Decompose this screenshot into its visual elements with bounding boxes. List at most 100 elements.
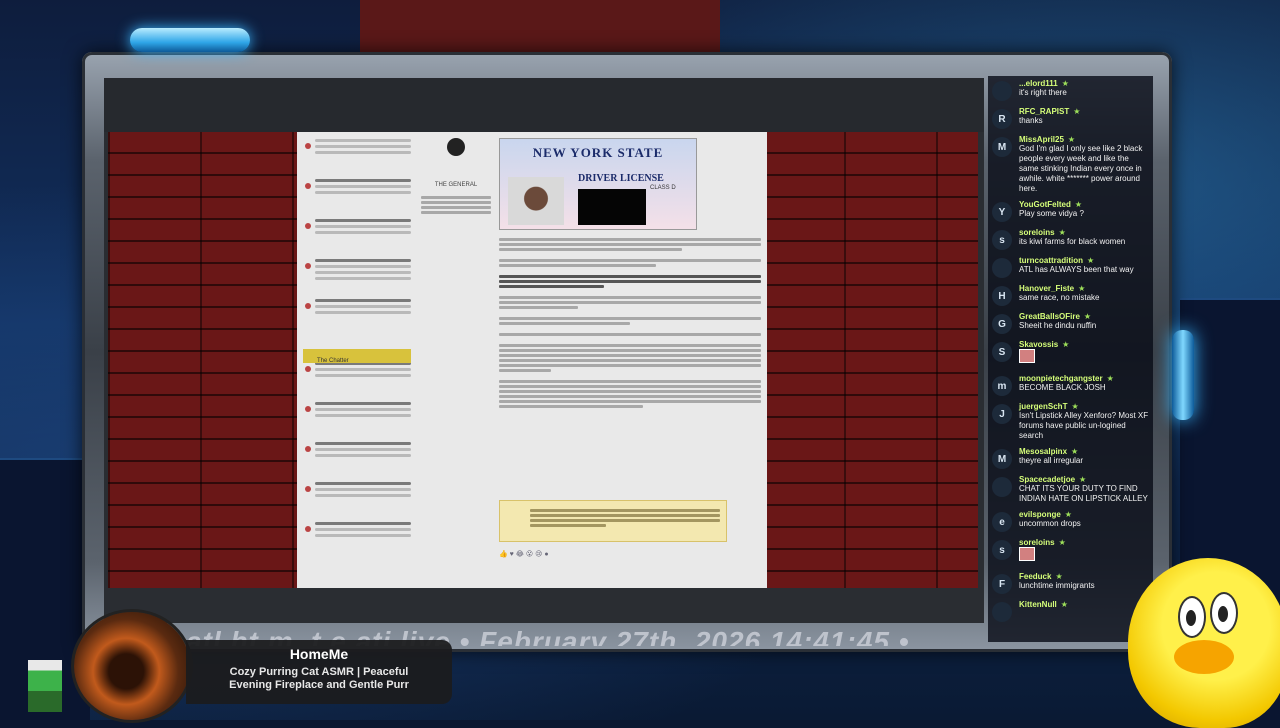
chat-username[interactable]: Mesosalpinx ★ (1019, 447, 1149, 456)
article-body (499, 236, 761, 416)
chat-avatar: Y (992, 202, 1012, 222)
license-header: NEW YORK STATE (532, 145, 664, 160)
chat-avatar: J (992, 404, 1012, 424)
chat-text: theyre all irregular (1019, 456, 1084, 465)
chat-avatar (992, 477, 1012, 497)
chat-avatar: S (992, 342, 1012, 362)
badge-icon: ★ (1074, 200, 1083, 209)
forum-sidebar: The Chatter (303, 136, 411, 582)
chat-avatar (992, 602, 1012, 622)
badge-icon: ★ (1078, 284, 1086, 293)
list-item[interactable] (303, 219, 411, 253)
chat-text: thanks (1019, 116, 1043, 125)
now-playing-artwork (74, 612, 190, 720)
badge-icon: ★ (1058, 228, 1066, 237)
screen-topbar (104, 78, 984, 132)
redaction-box (578, 189, 646, 225)
list-item[interactable] (303, 139, 411, 173)
badge-icon: ★ (1079, 475, 1087, 484)
yellow-mascot (1128, 548, 1280, 728)
avatar (447, 138, 465, 156)
chat-text: same race, no mistake (1019, 293, 1100, 302)
chat-avatar: s (992, 230, 1012, 250)
frame-light-top (130, 28, 250, 52)
author-name[interactable]: THE GENERAL (421, 182, 491, 188)
chat-avatar: s (992, 540, 1012, 560)
list-item[interactable] (303, 482, 411, 516)
sidebar-section-label: The Chatter (317, 358, 349, 364)
badge-icon: ★ (1064, 510, 1072, 519)
badge-icon: ★ (1087, 256, 1095, 265)
chat-username[interactable]: Hanover_Fiste ★ (1019, 284, 1149, 293)
badge-icon: ★ (1060, 600, 1068, 609)
reaction-bar[interactable]: 👍 ♥ 😂 😮 😢 ● (499, 550, 549, 558)
chat-avatar: G (992, 314, 1012, 334)
chat-username[interactable]: turncoattradition ★ (1019, 256, 1149, 265)
badge-icon: ★ (1071, 402, 1079, 411)
list-item[interactable] (303, 402, 411, 436)
chat-username[interactable]: soreloins ★ (1019, 228, 1149, 237)
chat-message: ...elord111 ★ it's right there (988, 76, 1153, 104)
list-item[interactable] (303, 522, 411, 556)
chat-username[interactable]: ...elord111 ★ (1019, 79, 1149, 88)
list-item[interactable] (303, 259, 411, 293)
license-photo (508, 177, 564, 225)
chat-avatar: H (992, 286, 1012, 306)
chat-message: G GreatBallsOFire ★ Sheeit he dindu nuffin (988, 309, 1153, 337)
chat-username[interactable]: soreloins ★ (1019, 538, 1149, 547)
sidebar-section-header: The Chatter (303, 349, 411, 364)
now-playing-title: HomeMe (289, 646, 349, 662)
chat-username[interactable]: MissApril25 ★ (1019, 135, 1149, 144)
badge-icon: ★ (1073, 107, 1081, 116)
chat-username[interactable]: RFC_RAPIST ★ (1019, 107, 1149, 116)
chat-text: God I'm glad I only see like 2 black peo… (1019, 144, 1143, 193)
badge-icon: ★ (1106, 374, 1114, 383)
badge-icon: ★ (1083, 312, 1092, 321)
now-playing-panel: HomeMe Cozy Purring Cat ASMR | Peaceful … (186, 640, 452, 704)
chat-text: it's right there (1019, 88, 1067, 97)
chat-avatar: M (992, 137, 1012, 157)
chat-avatar: R (992, 109, 1012, 129)
chat-username[interactable]: YouGotFelted ★ (1019, 200, 1149, 209)
chat-message: s soreloins ★ its kiwi farms for black wome… (988, 225, 1153, 253)
chat-avatar: m (992, 376, 1012, 396)
chat-message: JjuergenSchT ★ Isn't Lipstick Alley Xenfor… (988, 399, 1153, 444)
chat-username[interactable]: Skavossis ★ (1019, 340, 1149, 349)
list-item[interactable] (303, 299, 411, 333)
list-item[interactable] (303, 179, 411, 213)
chat-message: S Skavossis ★ (988, 337, 1153, 371)
chat-message: Spacecadetjoe ★ CHAT ITS YOUR DUTY TO FIND… (988, 472, 1153, 507)
chat-text: Play some vidya ? (1019, 209, 1084, 218)
chat-username[interactable]: Spacecadetjoe ★ (1019, 475, 1149, 484)
chat-username[interactable]: juergenSchT ★ (1019, 402, 1149, 411)
emote-icon (1019, 547, 1035, 561)
post-author: THE GENERAL (421, 134, 491, 224)
chat-message: R RFC_RAPIST ★ thanks (988, 104, 1153, 132)
chat-message: M Mesosalpinx ★ theyre all irregular (988, 444, 1153, 472)
chat-text: Sheeit he dindu nuffin (1019, 321, 1097, 330)
chat-username[interactable]: GreatBallsOFire ★ (1019, 312, 1149, 321)
list-item[interactable] (303, 442, 411, 476)
chat-text: BECOME BLACK JOSH (1019, 383, 1106, 392)
chat-text: its kiwi farms for black women (1019, 237, 1126, 246)
chat-text: Isn't Lipstick Alley Xenforo? Most XF fo… (1019, 411, 1149, 440)
chat-message: m moonpietechgangster ★ BECOME BLACK JOSH (988, 371, 1153, 399)
badge-icon: ★ (1071, 447, 1079, 456)
chat-message: turncoattradition ★ ATL has ALWAYS been th… (988, 253, 1153, 281)
chat-username[interactable]: evilsponge ★ (1019, 510, 1149, 519)
chat-avatar: F (992, 574, 1012, 594)
frame-light-right (1172, 330, 1194, 420)
license-image: NEW YORK STATE DRIVER LICENSE CLASS D (499, 138, 697, 230)
quoted-embed[interactable] (499, 500, 727, 542)
chat-message: e evilsponge ★ uncommon drops (988, 507, 1153, 535)
chat-avatar (992, 81, 1012, 101)
list-item[interactable] (303, 362, 411, 396)
pixel-character (28, 660, 62, 712)
chat-message: M MissApril25 ★ God I'm glad I only see lik… (988, 132, 1153, 197)
chat-text: uncommon drops (1019, 519, 1081, 528)
chat-avatar (992, 258, 1012, 278)
captured-webpage: The Chatter THE GENERAL NEW YORK STATE D… (297, 132, 767, 588)
chat-username[interactable]: moonpietechgangster ★ (1019, 374, 1149, 383)
badge-icon: ★ (1055, 572, 1063, 581)
license-subtitle: DRIVER LICENSE (578, 173, 664, 184)
